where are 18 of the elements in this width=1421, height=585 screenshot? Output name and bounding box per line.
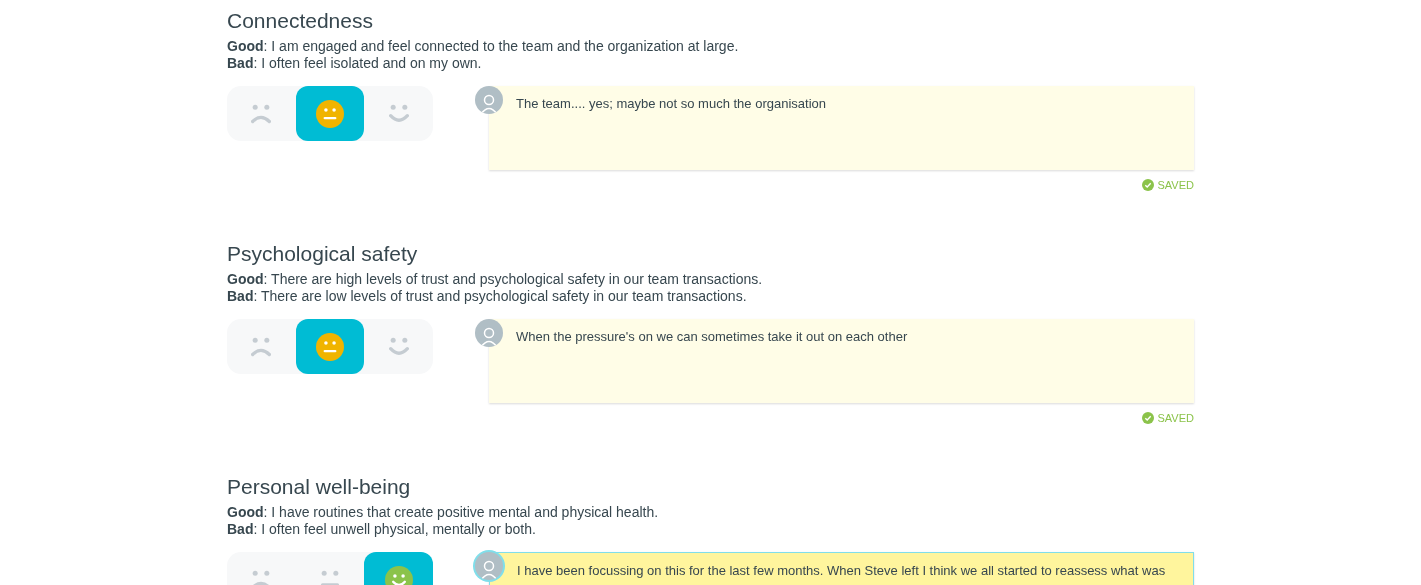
saved-status: SAVED: [1157, 178, 1194, 193]
mood-option[interactable]: [295, 319, 365, 374]
comment-field[interactable]: The team.... yes; maybe not so much the organisation: [489, 86, 1194, 170]
comment-field[interactable]: When the pressure's on we can sometimes take it out on each other: [489, 319, 1194, 403]
bad-description: Bad: I often feel isolated and on my own.: [227, 55, 482, 72]
bad-description: Bad: I often feel unwell physical, mentally or both.: [227, 521, 536, 538]
section-title: Connectedness: [227, 8, 373, 34]
good-description: Good: I am engaged and feel connected to the team and the organization at large.: [227, 38, 739, 55]
section-title: Psychological safety: [227, 241, 418, 267]
check-circle-icon: [1141, 412, 1154, 425]
comment-field[interactable]: I have been focussing on this for the last few months. When Steve left I think we all started to reassess what was: [489, 552, 1194, 585]
bad-description: Bad: There are low levels of trust and psychological safety in our team transactions.: [227, 288, 747, 305]
check-circle-icon: [1141, 179, 1154, 192]
good-description: Good: There are high levels of trust and psychological safety in our team transactions.: [227, 271, 763, 288]
section-title: Personal well-being: [227, 474, 411, 500]
saved-status: SAVED: [1157, 411, 1194, 426]
good-description: Good: I have routines that create positive mental and physical health.: [227, 504, 659, 521]
mood-option[interactable]: [295, 86, 365, 141]
